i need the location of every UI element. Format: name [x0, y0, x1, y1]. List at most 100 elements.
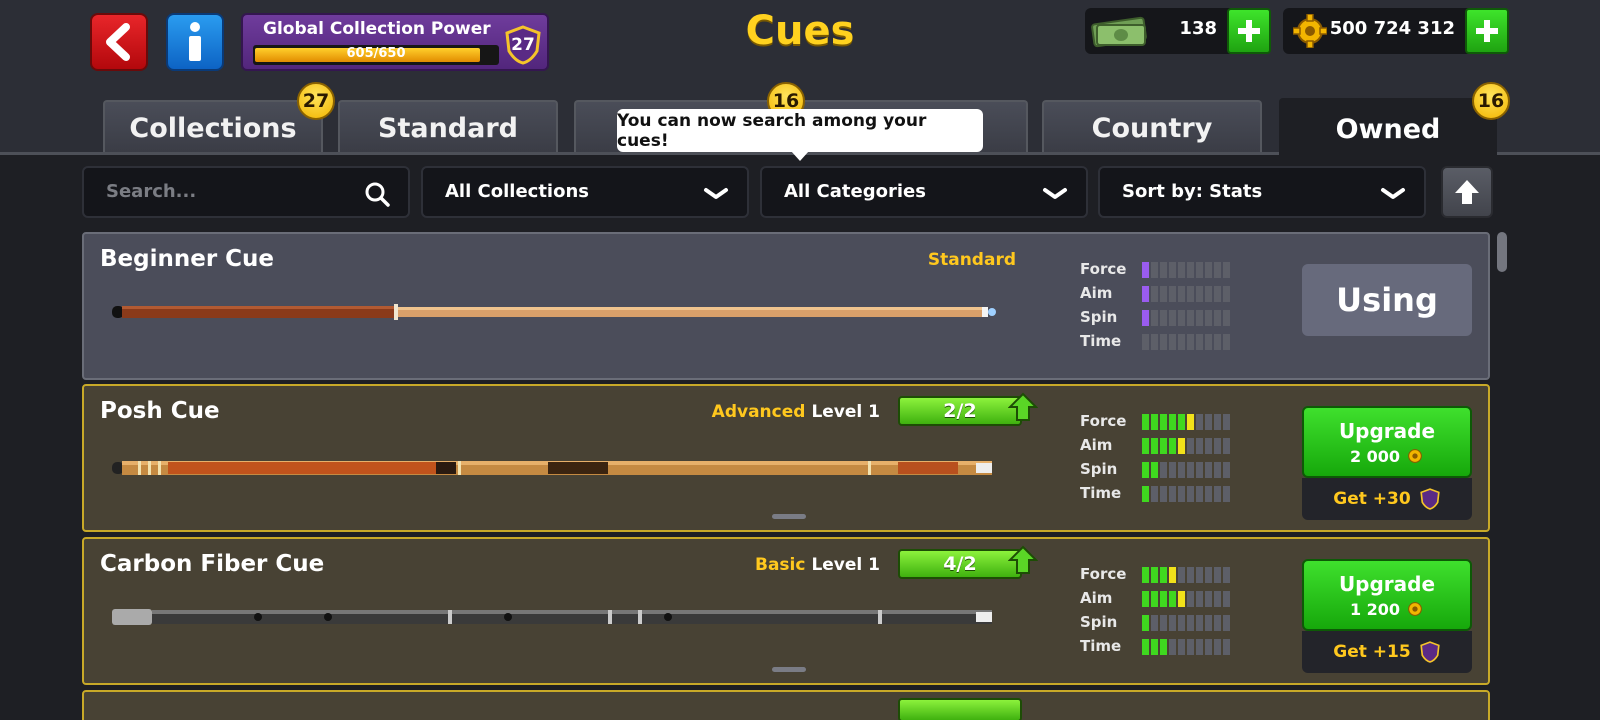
stat-segment	[1151, 462, 1158, 478]
stat-segment	[1196, 438, 1203, 454]
stat-label: Aim	[1080, 436, 1113, 454]
stat-segment	[1214, 591, 1221, 607]
add-coins-button[interactable]	[1465, 8, 1509, 54]
stat-segment	[1205, 286, 1212, 302]
stat-segment	[1178, 262, 1185, 278]
back-arrow-icon	[106, 23, 130, 61]
stat-segment	[1169, 462, 1176, 478]
collections-dropdown[interactable]: All Collections	[421, 166, 749, 218]
sort-dropdown-value: Sort by: Stats	[1122, 181, 1263, 202]
stat-label: Force	[1080, 260, 1127, 278]
stat-segment	[1142, 334, 1149, 350]
stat-row-spin: Spin	[1080, 306, 1250, 330]
stat-segment	[1151, 591, 1158, 607]
upgrade-button[interactable]: Upgrade 1 200	[1302, 559, 1472, 631]
tab-standard[interactable]: Standard	[338, 100, 558, 154]
info-button[interactable]	[166, 13, 224, 71]
stat-segment	[1223, 262, 1230, 278]
stat-segment	[1187, 286, 1194, 302]
stat-segment	[1205, 438, 1212, 454]
stat-segment	[1151, 310, 1158, 326]
stat-segment	[1169, 414, 1176, 430]
stat-segment	[1196, 334, 1203, 350]
add-cash-button[interactable]	[1227, 8, 1271, 54]
stat-segment	[1187, 462, 1194, 478]
back-button[interactable]	[90, 13, 148, 71]
stat-segment	[1142, 310, 1149, 326]
cue-level-progress: 4/2	[898, 549, 1022, 579]
stat-segment	[1205, 591, 1212, 607]
cue-name: Beginner Cue	[100, 246, 275, 272]
cue-card-partial[interactable]	[82, 690, 1490, 720]
collections-dropdown-value: All Collections	[445, 181, 589, 202]
using-button[interactable]: Using	[1302, 264, 1472, 336]
stat-segment	[1214, 414, 1221, 430]
list-scrollbar[interactable]	[1497, 232, 1507, 272]
cue-level-progress-partial	[898, 698, 1022, 720]
stat-segment	[1178, 462, 1185, 478]
stat-segment	[1178, 414, 1185, 430]
stat-segment	[1187, 615, 1194, 631]
stat-label: Force	[1080, 412, 1127, 430]
shield-icon	[1420, 488, 1440, 510]
stat-row-aim: Aim	[1080, 434, 1250, 458]
stat-row-force: Force	[1080, 258, 1250, 282]
stat-segment	[1151, 615, 1158, 631]
stat-segment	[1214, 567, 1221, 583]
stat-segment	[1187, 334, 1194, 350]
stat-segment	[1142, 567, 1149, 583]
stat-segment	[1223, 310, 1230, 326]
stat-segment	[1205, 334, 1212, 350]
stat-segment	[1178, 567, 1185, 583]
stat-segment	[1205, 639, 1212, 655]
cash-counter: 138	[1085, 8, 1271, 54]
upgrade-button[interactable]: Upgrade 2 000	[1302, 406, 1472, 478]
stat-segment	[1142, 438, 1149, 454]
stat-row-time: Time	[1080, 482, 1250, 506]
tab-collections[interactable]: Collections	[103, 100, 323, 154]
cue-card-beginner[interactable]: Beginner Cue Standard Force Aim Spin Time U…	[82, 232, 1490, 380]
bonus-value: Get +30	[1333, 489, 1411, 509]
sort-dropdown[interactable]: Sort by: Stats	[1098, 166, 1426, 218]
stat-segment	[1169, 310, 1176, 326]
stat-segment	[1223, 438, 1230, 454]
cue-category: Standard	[927, 250, 1016, 270]
stat-segment	[1223, 462, 1230, 478]
stat-segment	[1178, 591, 1185, 607]
bonus-value: Get +15	[1333, 642, 1411, 662]
stat-segment	[1142, 591, 1149, 607]
stat-segment	[1223, 334, 1230, 350]
stat-segment	[1214, 310, 1221, 326]
chevron-down-icon	[1043, 188, 1067, 199]
stat-segment	[1160, 310, 1167, 326]
stat-segment	[1214, 438, 1221, 454]
cue-card-posh[interactable]: Posh Cue Advanced Level 1 2/2 Force Aim Spi…	[82, 384, 1490, 532]
collection-power-panel[interactable]: Global Collection Power 605/650 27	[241, 13, 549, 71]
coin-icon	[1408, 449, 1422, 463]
stat-label: Aim	[1080, 284, 1113, 302]
stat-segment	[1196, 414, 1203, 430]
stat-segment	[1214, 615, 1221, 631]
cue-card-carbon-fiber[interactable]: Carbon Fiber Cue Basic Level 1 4/2 Force A…	[82, 537, 1490, 685]
search-field[interactable]: Search...	[82, 166, 410, 218]
stat-segment	[1187, 310, 1194, 326]
collection-level-shield: 27	[503, 25, 543, 65]
categories-dropdown[interactable]: All Categories	[760, 166, 1088, 218]
stat-label: Force	[1080, 565, 1127, 583]
tab-owned[interactable]: Owned	[1279, 98, 1497, 158]
cash-amount: 138	[1179, 18, 1217, 39]
tab-country[interactable]: Country	[1042, 100, 1262, 154]
stat-segment	[1160, 591, 1167, 607]
stat-segment	[1142, 462, 1149, 478]
stat-segment	[1151, 262, 1158, 278]
page-title: Cues	[745, 8, 855, 54]
stat-segment	[1160, 462, 1167, 478]
stat-segment	[1223, 486, 1230, 502]
stat-segment	[1205, 262, 1212, 278]
upgrade-cost-value: 2 000	[1349, 446, 1401, 466]
chevron-down-icon	[1381, 188, 1405, 199]
sort-direction-button[interactable]	[1441, 166, 1493, 218]
coin-icon	[1293, 14, 1327, 48]
level-up-arrow-icon	[1008, 545, 1038, 574]
stat-label: Time	[1080, 484, 1122, 502]
